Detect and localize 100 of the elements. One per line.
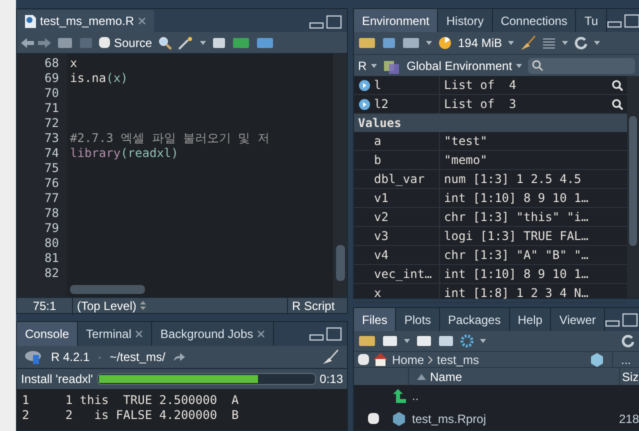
refresh-icon[interactable] [621, 334, 635, 348]
memory-pie-icon [438, 36, 452, 50]
variable-name: v2 [374, 209, 388, 226]
search-icon[interactable] [158, 36, 172, 50]
list-view-icon[interactable] [542, 37, 556, 49]
tab[interactable]: Console [17, 322, 78, 346]
caret-icon [370, 64, 377, 68]
caret-icon [594, 41, 600, 45]
close-icon[interactable] [138, 17, 146, 25]
variable-value: "test" [443, 133, 488, 150]
line-number: 73 [44, 131, 59, 146]
refresh-icon[interactable] [574, 36, 588, 50]
memory-usage-button[interactable]: 194 MiB [458, 34, 502, 52]
minimize-maximize-icon[interactable] [604, 312, 639, 326]
language-dropdown[interactable]: R [358, 56, 377, 74]
expand-icon[interactable] [359, 98, 370, 110]
line-number: 71 [44, 101, 59, 116]
progress-label: Install 'readxl' [21, 371, 93, 388]
back-forward-arrows-icon[interactable] [21, 36, 51, 48]
search-icon[interactable] [612, 80, 623, 90]
file-size: 218 [619, 410, 639, 428]
file-tab[interactable]: test_ms_memo.R [17, 10, 154, 32]
breadcrumb-link[interactable]: test_ms [437, 350, 480, 368]
caret-icon [404, 339, 410, 343]
variable-value: "memo" [443, 152, 488, 169]
sort-ascending-icon [417, 374, 426, 380]
line-number: 81 [44, 251, 59, 266]
code-token: is.na [70, 71, 106, 86]
file-name-link[interactable]: test_ms.Rproj [412, 410, 486, 428]
tab[interactable]: Files [354, 308, 396, 331]
tab[interactable]: Environment [354, 9, 438, 32]
broom-icon[interactable] [321, 349, 339, 365]
caret-icon [562, 41, 568, 45]
variable-value: List of 4 [443, 77, 516, 94]
gear-icon[interactable] [460, 334, 474, 348]
r-logo-icon [25, 350, 43, 364]
environment-dropdown[interactable]: Global Environment [406, 56, 522, 74]
search-icon[interactable] [612, 98, 623, 110]
line-number: 82 [44, 266, 59, 281]
horizontal-scrollbar[interactable] [70, 285, 145, 294]
variable-name: vec_int… [374, 266, 432, 283]
line-number: 80 [44, 236, 59, 251]
minimize-maximize-icon[interactable] [607, 14, 639, 28]
home-icon[interactable] [373, 353, 388, 366]
variable-name: v4 [374, 247, 388, 264]
search-field[interactable] [528, 58, 635, 74]
source-on-save-label: Source [114, 34, 152, 52]
chevron-right-icon [428, 356, 434, 364]
close-icon[interactable] [135, 330, 144, 338]
column-header[interactable]: Name [409, 368, 619, 385]
vertical-scrollbar[interactable] [336, 245, 344, 281]
variable-value: chr [1:3] "A" "B" "… [443, 247, 588, 264]
variable-value: List of 3 [443, 96, 516, 113]
variable-name: v1 [374, 190, 388, 207]
minimize-maximize-icon[interactable] [309, 327, 343, 341]
caret-icon [480, 339, 486, 343]
magic-wand-icon[interactable] [178, 36, 194, 50]
values-section-header: Values [354, 114, 627, 132]
scope-dropdown[interactable]: (Top Level) [73, 296, 287, 314]
code-token: #2.7.3 엑셀 파일 불러오기 및 저 [70, 131, 270, 146]
line-number: 78 [44, 206, 59, 221]
line-number: 79 [44, 221, 59, 236]
source-on-save-checkbox[interactable] [99, 37, 110, 48]
r-project-icon [392, 412, 406, 426]
line-number: 74 [44, 146, 59, 161]
file-type-dropdown[interactable]: R Script [287, 296, 347, 314]
caret-icon [516, 64, 522, 68]
variable-value: num [1:3] 1 2.5 4.5 [443, 171, 582, 188]
line-number: 76 [44, 176, 59, 191]
up-down-caret-icon [140, 301, 146, 310]
variable-name: b [374, 152, 382, 169]
breadcrumb-link[interactable]: Home [392, 350, 424, 368]
arrow-icon[interactable] [173, 352, 186, 362]
r-version: R 4.2.1 [51, 349, 90, 366]
variable-name: l2 [374, 96, 388, 113]
line-number: 68 [44, 56, 59, 71]
variable-name: x [374, 285, 382, 302]
variable-name: l [374, 77, 382, 94]
working-directory: ~/test_ms/ [110, 349, 166, 366]
expand-icon[interactable] [359, 80, 370, 90]
line-number: 70 [44, 86, 59, 101]
minimize-maximize-icon[interactable] [309, 15, 343, 29]
variable-value: int [1:10] 8 9 10 1… [443, 190, 588, 207]
variable-value: int [1:10] 8 9 10 1… [443, 266, 588, 283]
line-number: 69 [44, 71, 59, 86]
file-checkbox[interactable] [368, 413, 378, 424]
line-number: 72 [44, 116, 59, 131]
console-output-line: 2 2 is FALSE 4.200000 B [22, 408, 239, 423]
file-name-link[interactable]: .. [412, 387, 419, 406]
caret-icon [200, 40, 206, 44]
code-token: (readxl) [120, 146, 178, 161]
select-all-checkbox[interactable] [358, 354, 369, 365]
variable-name: v3 [374, 228, 388, 245]
variable-name: a [374, 133, 382, 150]
vertical-scrollbar[interactable] [629, 116, 637, 246]
line-number: 77 [44, 191, 59, 206]
code-token: x [70, 56, 78, 71]
elapsed-time: 0:13 [320, 371, 343, 388]
broom-icon[interactable] [520, 35, 536, 51]
close-icon[interactable] [257, 330, 266, 338]
